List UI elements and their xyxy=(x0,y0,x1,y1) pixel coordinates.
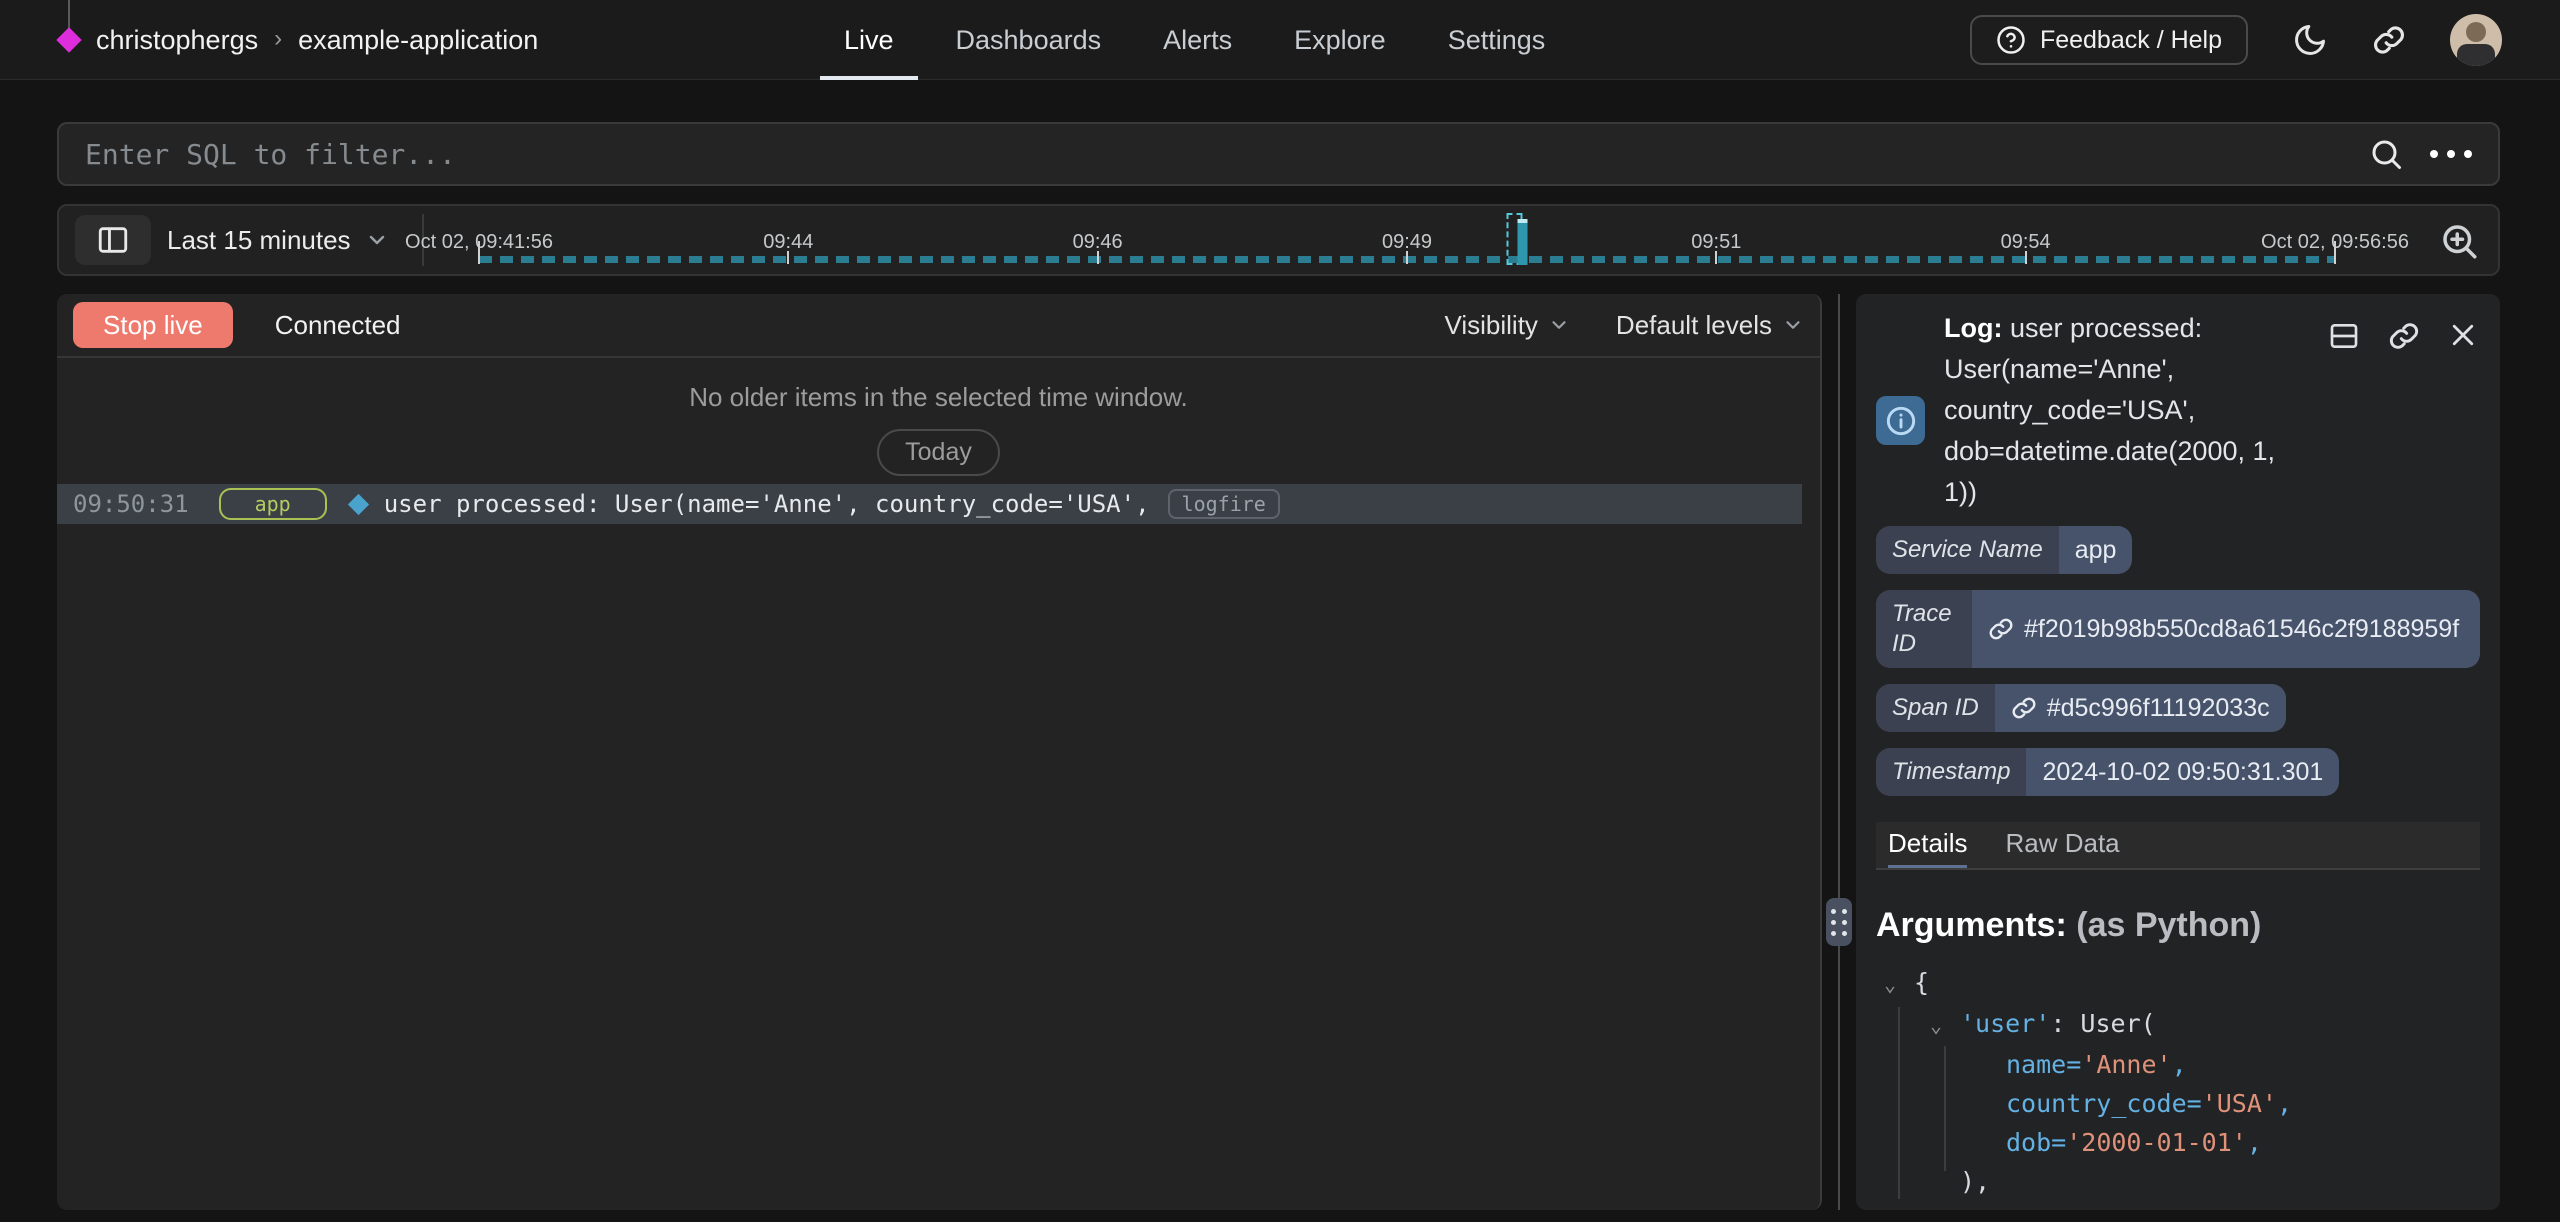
indent-guide xyxy=(1944,1046,1946,1171)
collapse-chevron-icon[interactable]: ⌄ xyxy=(1930,1006,1960,1045)
tab-live[interactable]: Live xyxy=(820,0,918,80)
code-line: name='Anne', xyxy=(1876,1045,2500,1084)
tab-settings[interactable]: Settings xyxy=(1424,0,1570,80)
log-time: 09:50:31 xyxy=(73,490,189,518)
tab-dashboards[interactable]: Dashboards xyxy=(932,0,1126,80)
badge-label: Trace ID xyxy=(1876,590,1972,668)
details-header: Log: user processed: User(name='Anne', c… xyxy=(1856,294,2500,526)
badge-label: Service Name xyxy=(1876,526,2059,574)
badge-value[interactable]: #d5c996f11192033c xyxy=(1995,684,2286,732)
timeline-bar: Last 15 minutes Oct 02, 09:41:5609:4409:… xyxy=(57,204,2500,276)
more-options-icon[interactable] xyxy=(2430,150,2472,158)
details-tabs: Details Raw Data xyxy=(1876,822,2480,870)
sql-filter-placeholder: Enter SQL to filter... xyxy=(85,138,2368,171)
tab-explore[interactable]: Explore xyxy=(1270,0,1410,80)
log-row[interactable]: 09:50:31 app user processed: User(name='… xyxy=(57,484,1802,524)
code-line: ⌄'user': User( xyxy=(1876,1004,2500,1045)
breadcrumb-org[interactable]: christophergs xyxy=(96,25,258,56)
badge-value: 2024-10-02 09:50:31.301 xyxy=(2026,748,2339,796)
sql-filter-input[interactable]: Enter SQL to filter... xyxy=(57,122,2500,186)
timeline-spike-selection[interactable] xyxy=(1506,213,1527,265)
link-icon xyxy=(1988,616,2014,642)
code-line: } xyxy=(1876,1201,2500,1210)
feedback-help-button[interactable]: Feedback / Help xyxy=(1970,15,2248,65)
copy-link-icon[interactable] xyxy=(2388,320,2420,352)
details-tab-raw-data[interactable]: Raw Data xyxy=(2005,822,2119,868)
badge-timestamp: Timestamp2024-10-02 09:50:31.301 xyxy=(1876,748,2339,796)
panel-divider xyxy=(1838,294,1840,1210)
attribute-badges: Service Nameapp Trace ID#f2019b98b550cd8a… xyxy=(1856,526,2500,796)
live-view-panel: Stop live Connected Visibility Default l… xyxy=(57,294,1822,1210)
collapse-chevron-icon[interactable]: ⌄ xyxy=(1884,965,1914,1004)
top-navbar: christophergs › example-application Live… xyxy=(0,0,2560,80)
badge-label: Timestamp xyxy=(1876,748,2026,796)
log-details-panel: Log: user processed: User(name='Anne', c… xyxy=(1856,294,2500,1210)
split-panel-icon[interactable] xyxy=(2328,320,2360,352)
search-icon[interactable] xyxy=(2368,136,2404,172)
badge-label: Span ID xyxy=(1876,684,1995,732)
log-message: user processed: User(name='Anne', countr… xyxy=(384,490,1150,518)
visibility-dropdown[interactable]: Visibility xyxy=(1444,310,1569,341)
close-icon[interactable] xyxy=(2448,320,2478,352)
default-levels-dropdown[interactable]: Default levels xyxy=(1616,310,1804,341)
today-button[interactable]: Today xyxy=(877,429,1000,476)
panel-resize-handle[interactable] xyxy=(1826,898,1852,946)
connection-status: Connected xyxy=(275,310,401,341)
logfire-logo-icon[interactable] xyxy=(55,0,83,60)
code-line: country_code='USA', xyxy=(1876,1084,2500,1123)
chevron-down-icon xyxy=(1782,314,1804,336)
badge-trace-id[interactable]: Trace ID#f2019b98b550cd8a61546c2f9188959… xyxy=(1876,590,2480,668)
badge-value[interactable]: #f2019b98b550cd8a61546c2f9188959f xyxy=(1972,590,2480,668)
zoom-in-icon[interactable] xyxy=(2438,220,2480,262)
arguments-heading: Arguments: (as Python) xyxy=(1876,906,2480,945)
indent-guide xyxy=(1898,1007,1900,1199)
arguments-python-code: ⌄{⌄'user': User(name='Anne',country_code… xyxy=(1876,963,2500,1210)
dark-mode-moon-icon[interactable] xyxy=(2292,22,2328,58)
link-icon xyxy=(2011,695,2037,721)
log-detail-title: Log: user processed: User(name='Anne', c… xyxy=(1944,308,2296,513)
code-line: ⌄{ xyxy=(1876,963,2500,1004)
badge-span-id[interactable]: Span ID#d5c996f11192033c xyxy=(1876,684,2286,732)
nav-tabs: LiveDashboardsAlertsExploreSettings xyxy=(820,0,1569,80)
info-level-icon xyxy=(1876,396,1925,445)
scope-tag-badge: logfire xyxy=(1168,489,1280,519)
tab-alerts[interactable]: Alerts xyxy=(1139,0,1256,80)
stop-live-button[interactable]: Stop live xyxy=(73,302,233,348)
code-line: ), xyxy=(1876,1162,2500,1201)
service-tag-badge: app xyxy=(219,488,327,520)
time-range-dropdown[interactable]: Last 15 minutes xyxy=(167,206,389,274)
timeline-track[interactable]: Oct 02, 09:41:5609:4409:4609:4909:5109:5… xyxy=(479,206,2335,274)
breadcrumb: christophergs › example-application xyxy=(96,0,538,80)
chevron-down-icon xyxy=(365,228,389,252)
sidebar-toggle-button[interactable] xyxy=(75,215,151,265)
chevron-down-icon xyxy=(1548,314,1570,336)
badge-service-name: Service Nameapp xyxy=(1876,526,2132,574)
breadcrumb-separator-icon: › xyxy=(274,25,282,53)
breadcrumb-project[interactable]: example-application xyxy=(298,25,538,56)
live-view-header: Stop live Connected Visibility Default l… xyxy=(57,294,1820,358)
log-level-diamond-icon xyxy=(348,493,369,514)
help-circle-icon xyxy=(1996,25,2026,55)
share-link-icon[interactable] xyxy=(2372,23,2406,57)
user-avatar[interactable] xyxy=(2450,14,2502,66)
empty-window-message: No older items in the selected time wind… xyxy=(57,382,1820,413)
code-line: dob='2000-01-01', xyxy=(1876,1123,2500,1162)
navbar-actions: Feedback / Help xyxy=(1970,0,2502,80)
badge-value: app xyxy=(2059,526,2133,574)
details-tab-details[interactable]: Details xyxy=(1888,822,1967,868)
